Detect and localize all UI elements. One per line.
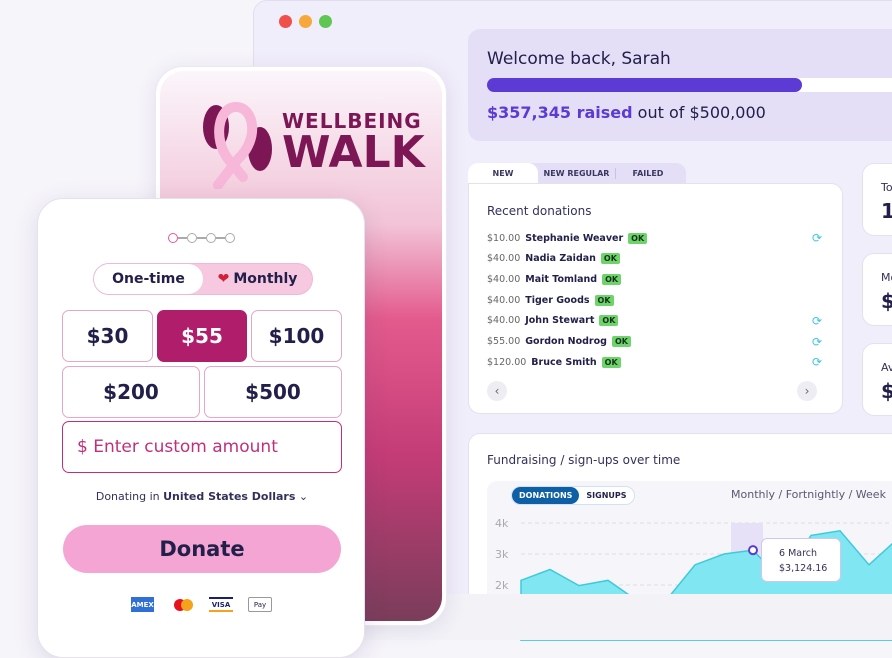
donation-row[interactable]: $40.00 Mait Tomland OK: [487, 272, 822, 286]
donations-toggle[interactable]: DONATIONS: [512, 487, 580, 504]
welcome-card: Welcome back, Sarah $357,345 raised out …: [468, 29, 892, 141]
amount-55-button[interactable]: $55: [157, 310, 247, 362]
tooltip-date: 6 March: [779, 548, 818, 559]
tooltip-value: $3,124.16: [779, 563, 828, 574]
donation-amount: $40.00: [487, 253, 521, 265]
stat-card-monthly: Mo$: [862, 253, 892, 326]
donation-amount: $40.00: [487, 315, 521, 327]
status-badge: OK: [611, 336, 631, 347]
minimize-window-button[interactable]: [299, 15, 312, 28]
recent-donations-card: Recent donations $10.00 Stephanie Weaver O…: [468, 183, 843, 414]
tab-new[interactable]: NEW: [468, 163, 538, 184]
close-window-button[interactable]: [279, 15, 292, 28]
donation-amount: $40.00: [487, 294, 521, 306]
donation-form: One-time ❤ Monthly $30 $55 $100 $200 $500…: [37, 198, 365, 658]
donation-row[interactable]: $55.00 Gordon Nodrog OK ⟳: [487, 335, 822, 349]
donor-name: John Stewart: [525, 315, 595, 327]
status-badge: OK: [602, 273, 622, 285]
donation-row[interactable]: $120.00 Bruce Smith OK ⟳: [487, 355, 822, 369]
stat-card-average: Av $: [862, 343, 892, 416]
amount-30-button[interactable]: $30: [62, 310, 153, 362]
amount-100-button[interactable]: $100: [251, 310, 342, 362]
status-badge: OK: [600, 253, 620, 265]
donation-amount: $40.00: [487, 273, 521, 285]
recurring-icon: ⟳: [811, 313, 822, 328]
stat-card-total: To18: [862, 163, 892, 236]
donation-row[interactable]: $40.00 John Stewart OK ⟳: [487, 314, 822, 328]
amount-200-button[interactable]: $200: [62, 366, 200, 418]
period-selector[interactable]: Monthly / Fortnightly / Week: [731, 488, 886, 501]
heart-icon: ❤: [217, 271, 230, 287]
hovered-point: [748, 545, 758, 556]
status-badge: OK: [599, 315, 619, 327]
prev-page-button[interactable]: ‹: [487, 381, 507, 401]
donor-name: Tiger Goods: [525, 294, 590, 306]
fundraising-progress-bar: [487, 78, 892, 92]
signups-toggle[interactable]: SIGNUPS: [579, 487, 633, 504]
amex-icon: AMEX: [131, 597, 154, 612]
status-badge: OK: [601, 356, 621, 368]
chart-title: Fundraising / sign-ups over time: [487, 453, 681, 467]
monthly-option[interactable]: ❤ Monthly: [203, 264, 312, 294]
ribbon-footprints-logo-icon: [203, 101, 272, 189]
donor-name: Mait Tomland: [525, 273, 598, 285]
apple-pay-icon: Pay: [248, 597, 272, 612]
donation-row[interactable]: $10.00 Stephanie Weaver OK ⟳: [487, 231, 822, 245]
one-time-option[interactable]: One-time: [94, 264, 203, 294]
event-logo-text: WELLBEING WALK: [282, 109, 425, 178]
chart-tooltip: 6 March $3,124.16: [761, 538, 841, 582]
visa-icon: VISA: [209, 597, 233, 612]
chart-toggle: DONATIONS SIGNUPS: [511, 486, 635, 505]
y-tick-label: 4k: [495, 517, 509, 530]
y-tick-label: 2k: [495, 579, 509, 592]
donor-name: Nadia Zaidan: [525, 253, 596, 265]
chevron-down-icon: ⌄: [298, 490, 309, 503]
recurring-icon: ⟳: [811, 334, 822, 349]
donation-amount: $55.00: [487, 336, 521, 347]
raised-text: $357,345 raised out of $500,000: [487, 103, 766, 122]
donate-button[interactable]: Donate: [63, 525, 341, 573]
y-tick-label: 3k: [495, 548, 509, 561]
maximize-window-button[interactable]: [319, 15, 332, 28]
tab-new-regular[interactable]: NEW REGULAR: [538, 168, 616, 179]
status-badge: OK: [594, 294, 614, 306]
status-badge: OK: [628, 232, 648, 244]
custom-amount-input[interactable]: $ Enter custom amount: [62, 421, 342, 473]
donation-amount: $10.00: [487, 232, 521, 244]
amount-500-button[interactable]: $500: [204, 366, 342, 418]
tab-failed[interactable]: FAILED: [616, 163, 680, 184]
donor-name: Gordon Nodrog: [525, 336, 607, 347]
step-indicator: [168, 233, 235, 243]
donor-name: Stephanie Weaver: [525, 232, 624, 244]
frequency-toggle: One-time ❤ Monthly: [93, 263, 313, 295]
recent-donations-title: Recent donations: [487, 204, 592, 218]
donation-amount: $120.00: [487, 356, 527, 368]
next-page-button[interactable]: ›: [797, 381, 817, 401]
donation-row[interactable]: $40.00 Nadia Zaidan OK: [487, 252, 822, 266]
donation-tabs: NEW NEW REGULAR FAILED: [468, 163, 686, 184]
donation-row[interactable]: $40.00 Tiger Goods OK: [487, 293, 822, 307]
recurring-icon: ⟳: [811, 355, 822, 370]
donor-name: Bruce Smith: [531, 356, 597, 368]
recurring-icon: ⟳: [811, 231, 822, 245]
welcome-title: Welcome back, Sarah: [487, 49, 671, 69]
currency-selector[interactable]: Donating in United States Dollars ⌄: [38, 490, 366, 503]
mastercard-icon: [171, 597, 195, 612]
